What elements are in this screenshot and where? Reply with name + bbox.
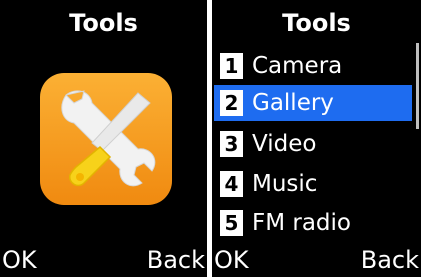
scrollbar[interactable] <box>416 43 419 129</box>
menu-item-number: 1 <box>220 53 243 79</box>
menu-item-fm-radio[interactable]: 5 FM radio <box>214 205 412 241</box>
menu-item-label: Video <box>252 131 317 157</box>
ok-softkey[interactable]: OK <box>2 245 37 275</box>
menu-item-video[interactable]: 3 Video <box>214 126 412 162</box>
menu-item-number: 2 <box>220 90 243 116</box>
ok-softkey[interactable]: OK <box>214 245 249 275</box>
screen-title: Tools <box>282 9 351 37</box>
menu-item-number: 5 <box>220 210 243 236</box>
menu-item-label: FM radio <box>252 210 351 236</box>
menu-item-number: 4 <box>220 171 243 197</box>
menu-item-number: 3 <box>220 131 243 157</box>
menu-item-label: Music <box>252 171 318 197</box>
back-softkey[interactable]: Back <box>147 245 205 275</box>
tools-screen-right: Tools 1 Camera 2 Gallery 3 Video 4 Music… <box>212 0 421 277</box>
menu-item-label: Gallery <box>252 90 334 116</box>
back-softkey[interactable]: Back <box>361 245 419 275</box>
menu-item-camera[interactable]: 1 Camera <box>214 48 412 84</box>
menu-item-label: Camera <box>252 53 343 79</box>
menu-item-music[interactable]: 4 Music <box>214 166 412 202</box>
menu-item-gallery[interactable]: 2 Gallery <box>214 85 412 121</box>
tools-icon[interactable] <box>40 73 172 205</box>
screen-title: Tools <box>69 9 138 37</box>
tools-screen-left: Tools OK Back <box>0 0 207 277</box>
